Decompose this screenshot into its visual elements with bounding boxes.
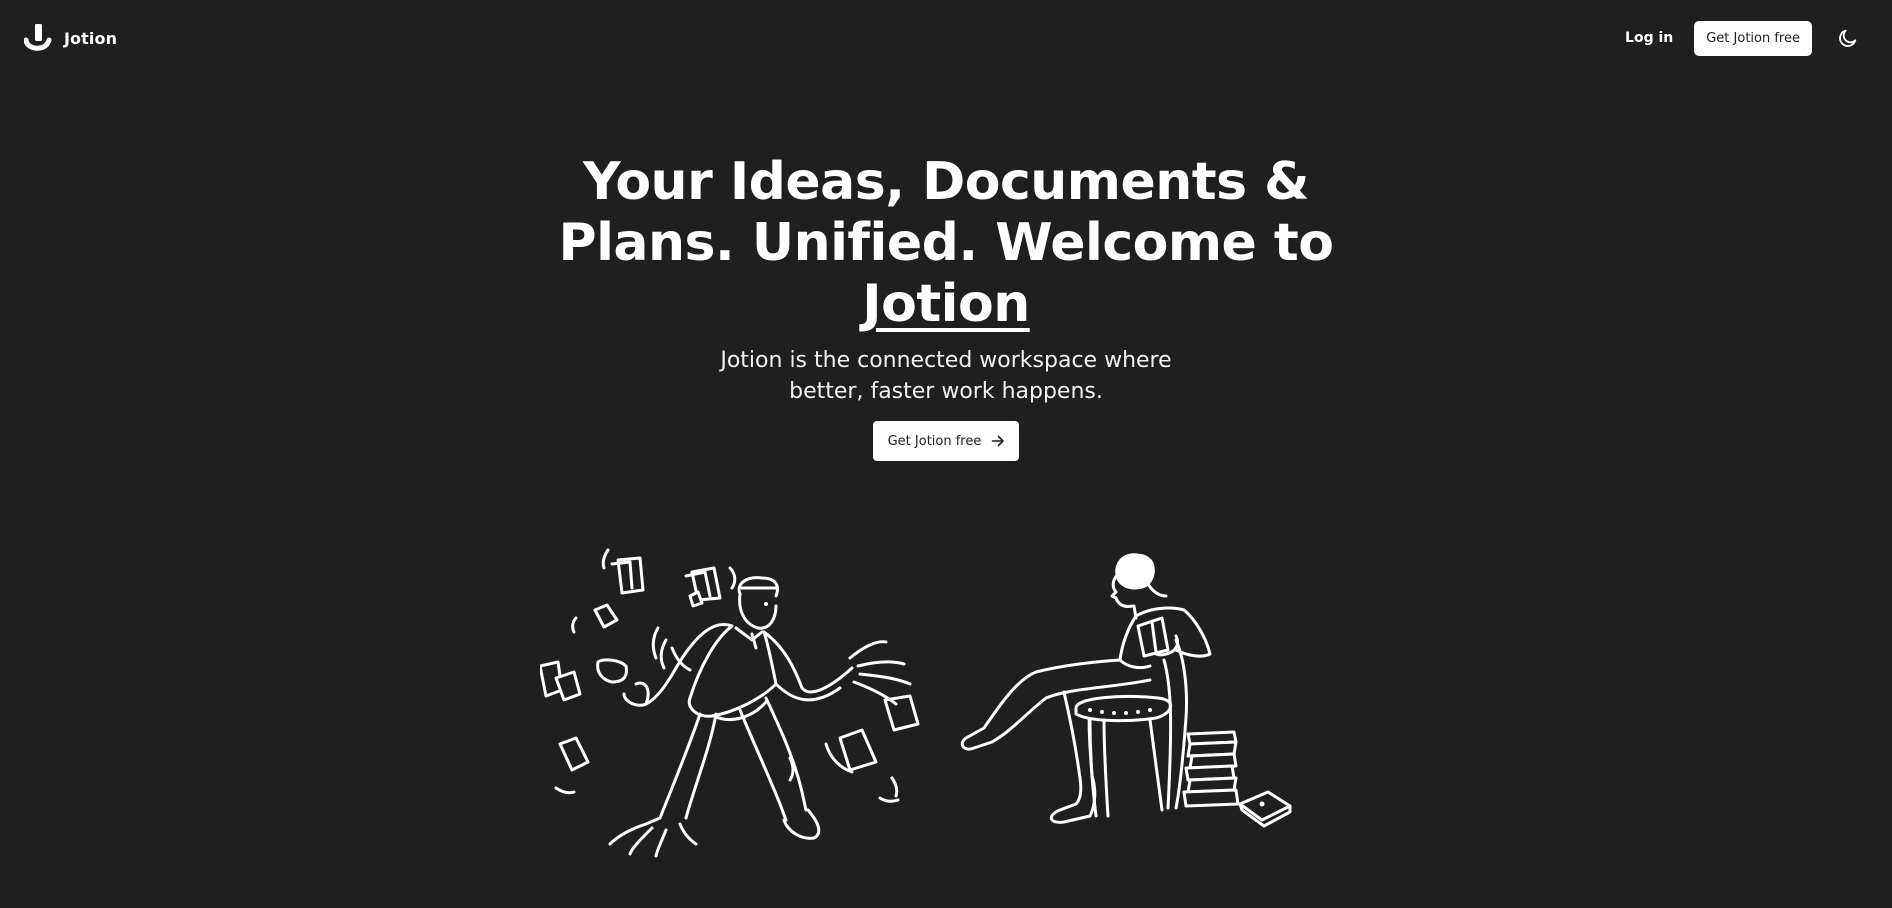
get-jotion-free-hero-button[interactable]: Get Jotion free — [872, 421, 1020, 461]
man-left-arm — [644, 623, 734, 706]
book-stack — [1182, 730, 1240, 808]
man-torso — [687, 624, 778, 718]
juggling-papers-man-illustration — [540, 548, 920, 858]
hero-title-text: Your Ideas, Documents & Plans. Unified. … — [558, 152, 1335, 273]
arrow-right-icon — [992, 435, 1005, 447]
hero-subtitle: Jotion is the connected workspace where … — [720, 348, 1172, 404]
flying-paper-6 — [554, 670, 582, 702]
brand-name: Jotion — [64, 28, 118, 48]
chair-back — [1162, 638, 1188, 810]
top-nav: Jotion Log in Get Jotion free — [0, 0, 1892, 76]
nav-actions: Log in Get Jotion free — [1615, 18, 1868, 58]
reading-woman-illustration — [960, 553, 1292, 828]
flying-paper-4 — [688, 590, 704, 608]
flying-paper-9 — [838, 728, 878, 772]
hero-section: Your Ideas, Documents & Plans. Unified. … — [0, 152, 1892, 461]
moon-icon — [1839, 29, 1857, 47]
chair-legs — [1088, 718, 1164, 818]
flying-paper-1 — [610, 556, 645, 595]
get-jotion-free-nav-button[interactable]: Get Jotion free — [1694, 20, 1812, 56]
woman-hair — [1115, 553, 1168, 598]
theme-toggle-button[interactable] — [1828, 18, 1868, 58]
flying-paper-2 — [593, 603, 619, 629]
hero-cta-label: Get Jotion free — [887, 433, 982, 449]
man-left-leg — [644, 712, 702, 826]
hero-title: Your Ideas, Documents & Plans. Unified. … — [546, 152, 1346, 335]
jotion-logo-icon — [24, 24, 52, 51]
flying-paper-7 — [558, 736, 590, 772]
login-button[interactable]: Log in — [1615, 22, 1683, 54]
brand-home-link[interactable]: Jotion — [24, 22, 117, 54]
hero-title-brand: Jotion — [862, 274, 1030, 334]
